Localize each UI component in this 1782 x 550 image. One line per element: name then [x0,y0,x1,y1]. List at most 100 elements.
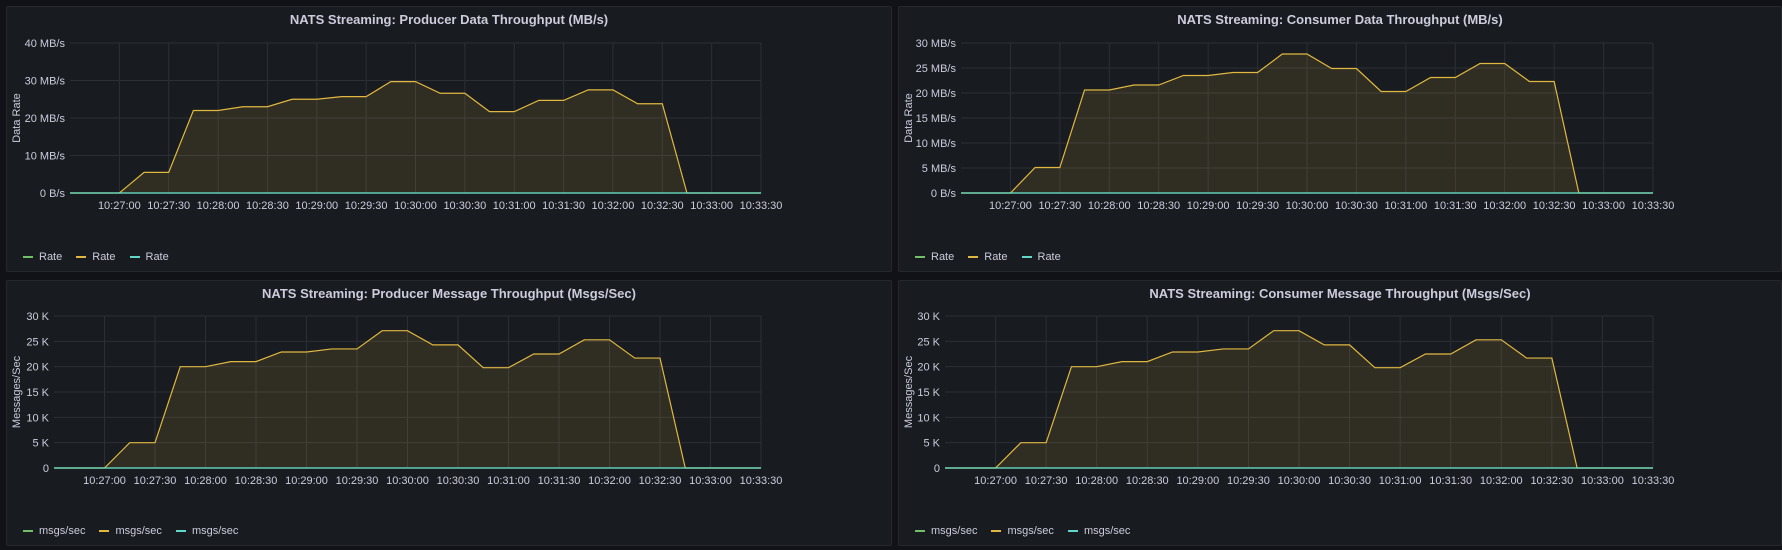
x-tick-label: 10:27:30 [1025,475,1068,487]
x-tick-label: 10:32:00 [592,200,635,212]
series-area [945,330,1653,468]
x-tick-label: 10:33:00 [1581,475,1624,487]
x-tick-label: 10:28:00 [184,475,227,487]
x-tick-label: 10:27:30 [1038,200,1081,212]
legend-label: msgs/sec [1007,525,1054,537]
x-tick-label: 10:30:30 [1335,200,1378,212]
legend-swatch [76,256,87,258]
x-tick-label: 10:31:30 [1429,475,1472,487]
x-tick-label: 10:27:00 [989,200,1032,212]
x-tick-label: 10:29:00 [1176,475,1219,487]
x-tick-label: 10:28:30 [1137,200,1180,212]
x-tick-label: 10:30:00 [1278,475,1321,487]
panel-consumer-message-throughput[interactable]: NATS Streaming: Consumer Message Through… [898,280,1782,546]
legend-item[interactable]: Rate [1021,251,1061,263]
chart[interactable]: 0 B/s 10 MB/s 20 MB/s 30 MB/s 40 MB/s 10:27:0… [7,7,891,271]
legend-swatch [23,530,33,532]
x-tick-label: 10:33:30 [740,475,783,487]
x-tick-label: 10:28:00 [197,200,240,212]
y-tick-label: 10 MB/s [916,138,957,150]
x-tick-label: 10:32:00 [1480,475,1523,487]
x-tick-label: 10:33:00 [689,475,732,487]
y-tick-label: 30 MB/s [916,38,957,50]
series-area [961,54,1653,193]
x-tick-label: 10:32:00 [1483,200,1526,212]
legend-swatch [1021,256,1032,258]
y-tick-label: 0 B/s [40,188,66,200]
x-tick-label: 10:31:30 [1434,200,1477,212]
x-tick-label: 10:31:00 [493,200,536,212]
x-tick-label: 10:27:00 [98,200,141,212]
x-tick-label: 10:28:30 [235,475,278,487]
x-tick-label: 10:31:30 [538,475,581,487]
x-tick-label: 10:29:30 [345,200,388,212]
legend-label: Rate [92,251,116,263]
x-tick-label: 10:33:00 [1582,200,1625,212]
y-axis-label: Messages/Sec [903,355,915,428]
x-tick-label: 10:29:30 [1227,475,1270,487]
x-tick-label: 10:32:30 [1533,200,1576,212]
legend-item[interactable]: Rate [968,251,1008,263]
legend-item[interactable]: msgs/sec [175,525,239,537]
x-tick-label: 10:29:00 [295,200,338,212]
legend: Rate Rate Rate [23,251,169,263]
legend-item[interactable]: msgs/sec [23,525,85,537]
series-area [70,81,761,193]
chart[interactable]: 0 B/s 5 MB/s 10 MB/s 15 MB/s 20 MB/s 25 MB/s 3… [899,7,1781,271]
series-area [54,330,761,468]
x-tick-label: 10:27:00 [83,475,126,487]
legend-label: msgs/sec [931,525,978,537]
y-tick-label: 30 MB/s [25,76,66,88]
panel-consumer-data-throughput[interactable]: NATS Streaming: Consumer Data Throughput… [898,6,1782,272]
legend-item[interactable]: Rate [129,251,169,263]
legend-label: msgs/sec [191,525,239,537]
legend-item[interactable]: msgs/sec [991,525,1054,537]
legend-item[interactable]: Rate [76,251,116,263]
panel-producer-message-throughput[interactable]: NATS Streaming: Producer Message Through… [6,280,892,546]
chart[interactable]: 0 5 K 10 K 15 K 20 K 25 K 30 K 10:27:00 10:27:30… [899,281,1781,545]
legend-swatch [1067,530,1078,532]
panel-producer-data-throughput[interactable]: NATS Streaming: Producer Data Throughput… [6,6,892,272]
y-tick-label: 5 K [923,438,940,450]
chart[interactable]: 0 5 K 10 K 15 K 20 K 25 K 30 K 10:27:00 10:27:30… [7,281,891,545]
legend-label: Rate [1037,251,1061,263]
legend-swatch [23,256,33,258]
y-axis-label: Data Rate [903,93,915,143]
x-tick-label: 10:30:30 [443,200,486,212]
x-tick-label: 10:28:00 [1075,475,1118,487]
legend-item[interactable]: msgs/sec [1067,525,1131,537]
y-tick-label: 20 K [917,362,940,374]
x-tick-label: 10:29:00 [1187,200,1230,212]
legend-item[interactable]: msgs/sec [99,525,162,537]
dashboard-grid: NATS Streaming: Producer Data Throughput… [0,0,1782,550]
legend-swatch [129,256,140,258]
y-tick-label: 15 MB/s [916,113,957,125]
y-tick-label: 0 B/s [931,188,957,200]
x-tick-label: 10:29:00 [285,475,328,487]
legend-item[interactable]: msgs/sec [915,525,977,537]
legend-swatch [968,256,979,258]
legend-item[interactable]: Rate [23,251,62,263]
x-tick-label: 10:28:00 [1088,200,1131,212]
legend-swatch [99,530,110,532]
legend-item[interactable]: Rate [915,251,954,263]
x-tick-label: 10:27:30 [134,475,177,487]
legend-label: msgs/sec [115,525,162,537]
legend-swatch [991,530,1002,532]
y-tick-label: 10 K [26,412,49,424]
x-tick-label: 10:31:00 [487,475,530,487]
x-tick-label: 10:30:30 [437,475,480,487]
y-tick-label: 15 K [26,387,49,399]
x-tick-label: 10:32:30 [641,200,684,212]
legend-label: Rate [39,251,63,263]
x-tick-label: 10:33:30 [1632,200,1675,212]
legend: msgs/sec msgs/sec msgs/sec [23,525,238,537]
legend-label: msgs/sec [1083,525,1131,537]
y-axis-label: Messages/Sec [11,355,23,428]
x-tick-label: 10:27:30 [147,200,190,212]
legend-swatch [915,256,925,258]
x-tick-label: 10:31:00 [1379,475,1422,487]
x-tick-label: 10:33:00 [690,200,733,212]
x-tick-label: 10:30:30 [1328,475,1371,487]
y-tick-label: 10 MB/s [25,151,66,163]
